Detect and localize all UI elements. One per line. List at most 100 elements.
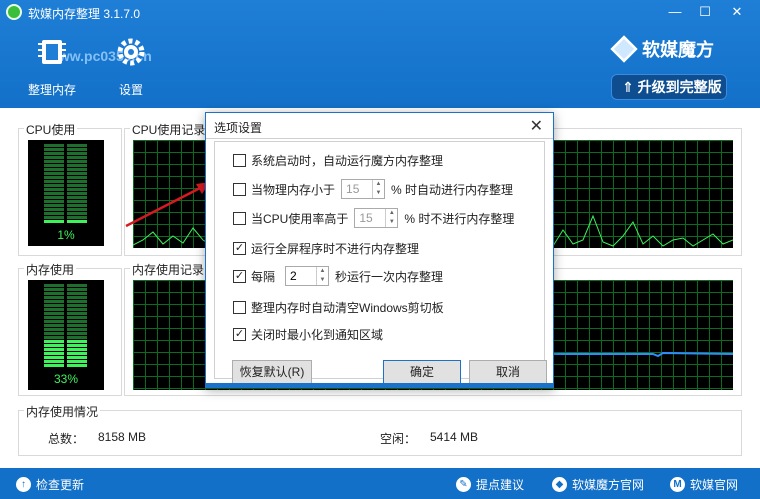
cube-icon: ◆ [552,477,567,492]
low-memory-value[interactable] [342,180,373,198]
fullscreen-checkbox[interactable]: ✓ [233,242,246,255]
minimize-tray-label: 关闭时最小化到通知区域 [251,328,384,342]
upgrade-button[interactable]: ⇑ 升级到完整版 [611,74,727,100]
low-memory-checkbox[interactable] [233,182,246,196]
gauge-segment [44,348,64,351]
gauge-segment [44,176,64,179]
mem-info-label: 内存使用情况 [24,403,101,420]
gauge-segment [44,152,64,155]
cpu-threshold-checkbox[interactable] [233,211,246,225]
gauge-segment [67,308,87,311]
gauge-segment [44,164,64,167]
gauge-segment [44,336,64,339]
ruanmei-logo-icon: M [670,477,685,492]
gauge-segment [44,304,64,307]
options-group: 系统启动时，自动运行魔方内存整理 当物理内存小于 ▲▼ % 时自动进行内存整理 … [214,141,545,379]
gauge-segment [44,344,64,347]
ruanmei-mofang-site-link[interactable]: ◆ 软媒魔方官网 [552,476,644,493]
stepper-down-icon[interactable]: ▼ [373,189,384,198]
option-minimize-tray[interactable]: ✓ 关闭时最小化到通知区域 [233,326,383,343]
gauge-segment [44,332,64,335]
gauge-segment [67,304,87,307]
minimize-button[interactable]: — [664,2,686,22]
window-title: 软媒内存整理 3.1.7.0 [28,7,141,21]
gauge-segment [44,208,64,211]
gauge-segment [44,184,64,187]
cpu-threshold-value[interactable] [355,209,386,227]
stepper-down-icon[interactable]: ▼ [386,218,397,227]
gauge-segment [67,204,87,207]
gauge-segment [44,160,64,163]
gauge-segment [67,168,87,171]
total-value: 8158 MB [98,430,147,444]
feedback-link[interactable]: ✎ 提点建议 [456,476,524,493]
gauge-segment [44,308,64,311]
gauge-segment [44,212,64,215]
settings-button[interactable]: 设置 [101,34,161,98]
cpu-threshold-stepper[interactable]: ▲▼ [354,208,399,228]
dialog-close-button[interactable]: ✕ [530,116,543,136]
gauge-segment [67,172,87,175]
gauge-segment [67,152,87,155]
minimize-tray-checkbox[interactable]: ✓ [233,328,246,341]
cpu-percent: 1% [57,228,75,242]
clear-clipboard-checkbox[interactable] [233,301,246,314]
low-memory-stepper[interactable]: ▲▼ [341,179,386,199]
interval-checkbox[interactable]: ✓ [233,269,246,283]
fullscreen-label: 运行全屏程序时不进行内存整理 [251,242,420,256]
autostart-label: 系统启动时，自动运行魔方内存整理 [251,154,444,168]
option-clear-clipboard[interactable]: 整理内存时自动清空Windows剪切板 [233,299,444,316]
annotation-arrow [125,182,210,228]
check-update-link[interactable]: ↑ 检查更新 [16,476,84,493]
cube-logo-icon [610,35,638,63]
ruanmei-site-link[interactable]: M 软媒官网 [670,476,738,493]
interval-value[interactable] [286,267,317,285]
interval-stepper[interactable]: ▲▼ [285,266,330,286]
cpu-panel-label: CPU使用 [24,121,78,138]
gauge-segment [67,156,87,159]
clear-clipboard-label: 整理内存时自动清空Windows剪切板 [251,301,444,315]
option-interval[interactable]: ✓ 每隔 ▲▼ 秒运行一次内存整理 [233,266,443,286]
ok-button[interactable]: 确定 [383,360,461,384]
cleanup-label: 整理内存 [27,83,76,97]
gauge-segment [67,348,87,351]
gauge-segment [44,324,64,327]
gauge-segment [67,360,87,363]
cleanup-button[interactable]: 整理内存 [22,34,82,98]
gauge-segment [44,364,64,367]
stepper-up-icon[interactable]: ▲ [373,180,384,189]
option-autostart[interactable]: 系统启动时，自动运行魔方内存整理 [233,152,443,169]
arrow-up-icon: ↑ [16,477,31,492]
gauge-segment [44,156,64,159]
option-fullscreen[interactable]: ✓ 运行全屏程序时不进行内存整理 [233,240,419,257]
gauge-segment [44,316,64,319]
cancel-button[interactable]: 取消 [469,360,547,384]
cpu-threshold-prefix: 当CPU使用率高于 [251,211,349,226]
option-low-memory[interactable]: 当物理内存小于 ▲▼ % 时自动进行内存整理 [233,179,513,199]
cpu-history-label: CPU使用记录 [130,121,208,138]
gauge-segment [67,212,87,215]
gauge-segment [44,216,64,219]
interval-prefix: 每隔 [251,269,276,284]
stepper-down-icon[interactable]: ▼ [317,276,328,285]
gauge-segment [44,312,64,315]
free-label: 空闲： [380,432,417,446]
gauge-segment [67,192,87,195]
gauge-segment [44,300,64,303]
title-bar: 软媒内存整理 3.1.7.0 — ☐ ✕ [0,0,760,24]
close-button[interactable]: ✕ [726,2,748,22]
gauge-segment [44,292,64,295]
gauge-segment [67,344,87,347]
gauge-segment [67,196,87,199]
gauge-segment [44,320,64,323]
stepper-up-icon[interactable]: ▲ [386,209,397,218]
gauge-segment [67,188,87,191]
gauge-segment [67,284,87,287]
autostart-checkbox[interactable] [233,154,246,167]
brand-name: 软媒魔方 [642,40,714,60]
stepper-up-icon[interactable]: ▲ [317,267,328,276]
option-cpu-threshold[interactable]: 当CPU使用率高于 ▲▼ % 时不进行内存整理 [233,208,514,228]
reset-defaults-button[interactable]: 恢复默认(R) [232,360,312,384]
maximize-button[interactable]: ☐ [694,2,716,22]
gauge-segment [44,144,64,147]
